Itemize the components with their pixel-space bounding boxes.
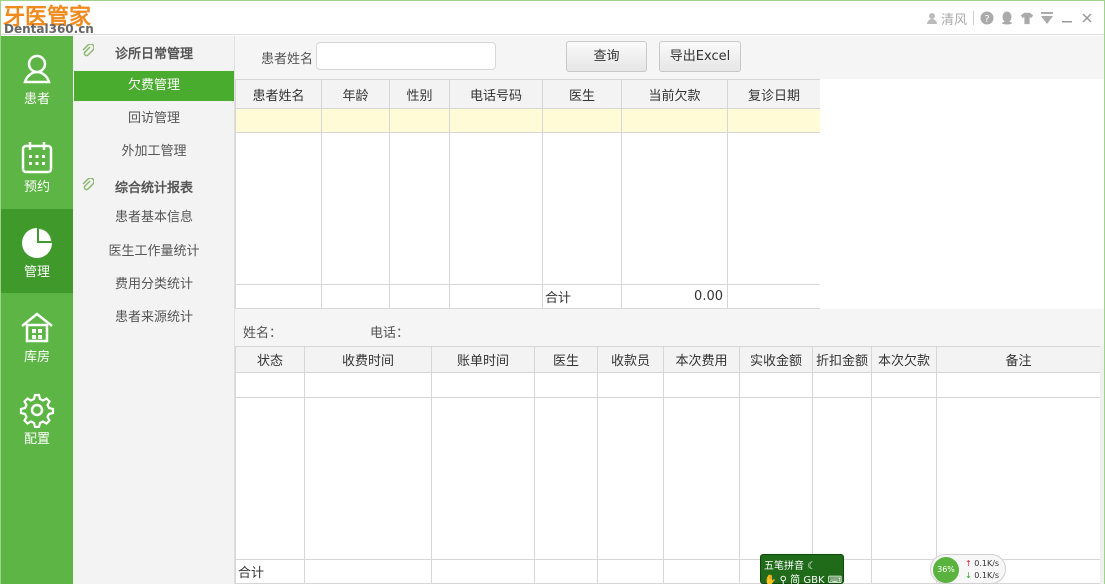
title-bar: 牙医管家 Dental360.cn 清风 ?: [1, 1, 1104, 36]
nav-label: 库房: [23, 350, 50, 365]
logo-sub: Dental360.cn: [4, 22, 94, 36]
col-header[interactable]: 状态: [235, 346, 305, 373]
svg-text:?: ?: [984, 14, 989, 25]
submenu-group-daily[interactable]: 诊所日常管理: [73, 36, 235, 68]
left-nav: 患者 预约 管理 库房 配置: [1, 36, 73, 584]
name-label: 姓名：: [243, 326, 283, 341]
table-blank-area: [820, 79, 1104, 309]
submenu-item-outsourcing[interactable]: 外加工管理: [73, 137, 235, 167]
nav-warehouse[interactable]: 库房: [1, 294, 73, 378]
gear-icon: [19, 393, 55, 428]
network-monitor[interactable]: 36% ↑ 0.1K/s ↓ 0.1K/s: [930, 554, 1006, 584]
search-icon: ⚲: [779, 575, 787, 584]
nav-label: 管理: [23, 265, 50, 280]
divider: [973, 11, 974, 25]
phone-label: 电话：: [370, 326, 410, 341]
sum-label: 合计: [542, 284, 622, 309]
col-header[interactable]: 医生: [534, 346, 598, 373]
payment-history-table: 状态 收费时间 账单时间 医生 收款员 本次费用 实收金额 折扣金额 本次欠款 …: [235, 346, 1101, 584]
col-header[interactable]: 性别: [389, 79, 450, 109]
col-header[interactable]: 患者姓名: [235, 79, 322, 109]
main-content: 患者姓名 查询 导出Excel 患者姓名 年龄 性别 电话号码 医生 当前欠款 …: [235, 36, 1104, 584]
minimize-icon[interactable]: [1060, 11, 1074, 25]
paperclip-icon: [82, 178, 94, 191]
patient-name-input[interactable]: [316, 42, 496, 70]
col-header[interactable]: 实收金额: [739, 346, 813, 373]
table-header-row: 患者姓名 年龄 性别 电话号码 医生 当前欠款 复诊日期: [235, 79, 821, 109]
patient-name-label: 患者姓名: [261, 52, 314, 67]
col-header[interactable]: 本次费用: [663, 346, 740, 373]
table-empty-area: [235, 397, 1101, 560]
download-speed: 0.1K/s: [974, 571, 1000, 580]
col-header[interactable]: 医生: [542, 79, 622, 109]
col-header[interactable]: 折扣金额: [812, 346, 872, 373]
export-excel-button[interactable]: 导出Excel: [659, 41, 741, 72]
arrears-table: 患者姓名 年龄 性别 电话号码 医生 当前欠款 复诊日期 合计 0.00: [235, 79, 821, 309]
skin-icon[interactable]: [1020, 11, 1034, 25]
app-window: 牙医管家 Dental360.cn 清风 ? 患者 预约 管理 库房 配置 诊所…: [0, 0, 1105, 584]
submenu-item-patient-info[interactable]: 患者基本信息: [73, 203, 235, 233]
nav-settings[interactable]: 配置: [1, 376, 73, 460]
user-name: 清风: [940, 12, 967, 28]
col-header[interactable]: 年龄: [321, 79, 390, 109]
warehouse-icon: [21, 312, 53, 343]
menu-dropdown-icon[interactable]: [1040, 11, 1054, 25]
ime-toolbar[interactable]: 五笔拼音 ☾ ✋ ⚲ 简 GBK ⌨: [760, 554, 844, 584]
upload-arrow-icon: ↑: [965, 559, 972, 568]
user-icon: [925, 11, 939, 25]
search-bar: 患者姓名 查询 导出Excel: [235, 36, 1104, 79]
submenu-item-arrears[interactable]: 欠费管理: [74, 71, 234, 101]
ime-charset: 简 GBK: [790, 575, 825, 584]
submenu-item-doctor-workload[interactable]: 医生工作量统计: [73, 237, 235, 267]
nav-label: 配置: [23, 432, 50, 447]
nav-management[interactable]: 管理: [1, 209, 73, 293]
table-empty-area: [235, 132, 821, 285]
cpu-gauge: 36%: [933, 557, 959, 583]
hand-icon: ✋: [764, 575, 777, 584]
submenu-group-label: 综合统计报表: [115, 181, 194, 196]
submenu-group-label: 诊所日常管理: [115, 47, 194, 62]
upload-speed: 0.1K/s: [974, 559, 1000, 568]
help-icon[interactable]: ?: [980, 11, 994, 25]
sum-label: 合计: [235, 559, 305, 584]
nav-label: 预约: [23, 180, 50, 195]
submenu-item-followup[interactable]: 回访管理: [73, 104, 235, 134]
table-sum-row: 合计 0.00: [235, 284, 821, 309]
download-arrow-icon: ↓: [965, 571, 972, 580]
nav-label: 患者: [23, 92, 50, 107]
col-header[interactable]: 本次欠款: [871, 346, 937, 373]
submenu-group-reports[interactable]: 综合统计报表: [73, 170, 235, 202]
sum-arrears-value: 0.00: [621, 284, 728, 309]
col-header[interactable]: 电话号码: [449, 79, 543, 109]
col-header[interactable]: 当前欠款: [621, 79, 728, 109]
table-row[interactable]: [235, 372, 1101, 398]
table-header-row: 状态 收费时间 账单时间 医生 收款员 本次费用 实收金额 折扣金额 本次欠款 …: [235, 346, 1101, 373]
keyboard-icon: ⌨: [827, 575, 843, 584]
paperclip-icon: [82, 44, 94, 57]
col-header[interactable]: 复诊日期: [727, 79, 821, 109]
col-header[interactable]: 收款员: [597, 346, 664, 373]
col-header[interactable]: 备注: [936, 346, 1101, 373]
nav-patients[interactable]: 患者: [1, 36, 73, 120]
user-account[interactable]: 清风: [925, 9, 967, 28]
patient-info-row: 姓名： 电话：: [235, 312, 1104, 346]
person-icon: [23, 54, 51, 84]
title-bar-controls: 清风 ?: [925, 9, 1094, 28]
logo: 牙医管家 Dental360.cn: [3, 1, 103, 36]
query-button[interactable]: 查询: [566, 41, 647, 72]
table-blank-area: [1100, 346, 1104, 584]
col-header[interactable]: 账单时间: [431, 346, 535, 373]
table-row[interactable]: [235, 108, 821, 133]
col-header[interactable]: 收费时间: [304, 346, 432, 373]
pie-chart-icon: [22, 228, 52, 258]
submenu: 诊所日常管理 欠费管理 回访管理 外加工管理 综合统计报表 患者基本信息 医生工…: [73, 36, 235, 584]
submenu-item-fee-category[interactable]: 费用分类统计: [73, 270, 235, 300]
qq-icon[interactable]: [1000, 11, 1014, 25]
nav-appointments[interactable]: 预约: [1, 124, 73, 208]
close-icon[interactable]: [1080, 11, 1094, 25]
submenu-item-patient-source[interactable]: 患者来源统计: [73, 303, 235, 333]
calendar-icon: [21, 142, 53, 174]
